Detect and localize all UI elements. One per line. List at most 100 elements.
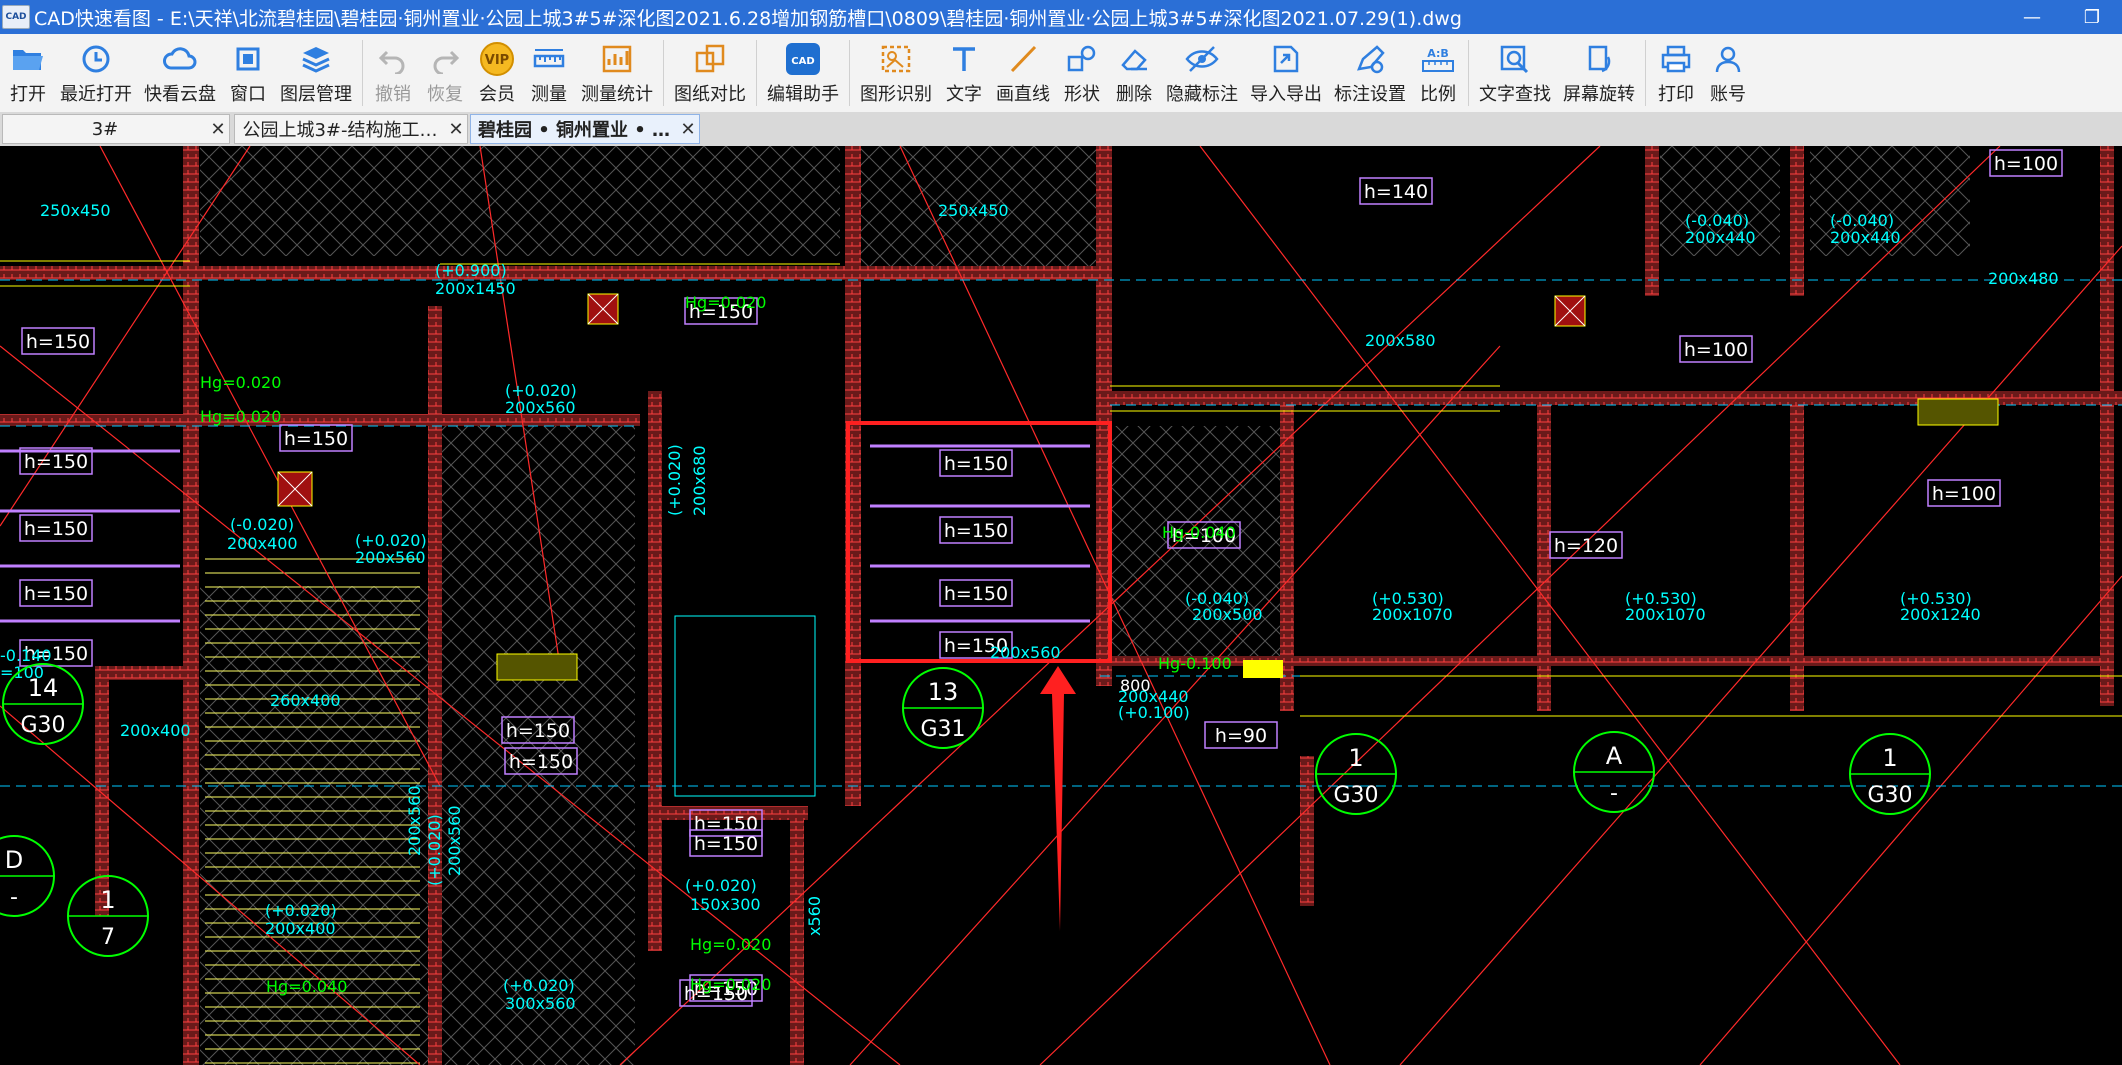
text-icon [944, 40, 984, 78]
axis-bubble: 13G31 [902, 667, 984, 749]
axis-bubble-bottom: - [10, 885, 18, 910]
tab-structure-drawing[interactable]: 公园上城3#-结构施工… ✕ [234, 114, 468, 144]
dimension-label: 200x400 [265, 919, 336, 938]
dimension-label: Hg-0.040 [1162, 523, 1236, 542]
dimension-label: Hg=0.020 [685, 293, 766, 312]
height-tag-text: h=150 [24, 451, 88, 473]
height-tag-text: h=100 [1684, 339, 1748, 361]
height-tag: h=150 [21, 327, 95, 355]
svg-text:VIP: VIP [485, 53, 509, 68]
clock-icon [76, 40, 116, 78]
app-logo-icon: CAD [2, 5, 30, 29]
line-button[interactable]: 画直线 [990, 34, 1056, 112]
minimize-button[interactable]: — [2002, 0, 2062, 34]
toolbar-separator [756, 40, 757, 106]
maximize-button[interactable]: ❐ [2062, 0, 2122, 34]
dimension-label: 200x400 [227, 534, 298, 553]
delete-button[interactable]: 删除 [1108, 34, 1160, 112]
shape-recognize-icon [876, 40, 916, 78]
close-icon[interactable]: ✕ [207, 119, 229, 140]
stats-icon [597, 40, 637, 78]
annotation-arrow[interactable] [1040, 666, 1076, 931]
cloud-button[interactable]: 快看云盘 [138, 34, 222, 112]
text-button[interactable]: 文字 [938, 34, 990, 112]
cad-drawing[interactable]: h=150h=150h=150h=150h=150h=150h=150h=150… [0, 146, 2122, 1065]
vip-button[interactable]: VIP 会员 [471, 34, 523, 112]
ruler-icon [529, 40, 569, 78]
toolbar-label: 账号 [1710, 84, 1746, 105]
hide-marks-button[interactable]: 隐藏标注 [1160, 34, 1244, 112]
undo-button[interactable]: 撤销 [367, 34, 419, 112]
dimension-label: (+0.020) [425, 814, 444, 886]
axis-bubble: 14G30 [2, 663, 84, 745]
dimension-label: 200x560 [505, 398, 576, 417]
layers-icon [296, 40, 336, 78]
axis-bubble-bottom: G31 [920, 717, 965, 742]
measure-button[interactable]: 测量 [523, 34, 575, 112]
axis-bubble-bottom: G30 [1333, 783, 1378, 808]
window-controls: — ❐ [2002, 0, 2122, 34]
scale-icon: A:B [1418, 40, 1458, 78]
toolbar-label: 导入导出 [1250, 84, 1322, 105]
toolbar-separator [849, 40, 850, 106]
window-button[interactable]: 窗口 [222, 34, 274, 112]
axis-bubble: 1G30 [1315, 733, 1397, 815]
axis-bubble-bottom: - [1610, 781, 1618, 806]
stair-outline [674, 615, 816, 797]
close-icon[interactable]: ✕ [445, 119, 467, 140]
axis-bubble-top: A [1606, 742, 1623, 770]
scale-button[interactable]: A:B 比例 [1412, 34, 1464, 112]
height-tag-text: h=150 [26, 331, 90, 353]
dimension-label: 200x440 [1685, 228, 1756, 247]
height-tag: h=150 [504, 747, 578, 775]
toolbar-label: 最近打开 [60, 84, 132, 105]
toolbar-label: 画直线 [996, 84, 1050, 105]
height-tag: h=150 [939, 516, 1013, 544]
eraser-icon [1114, 40, 1154, 78]
title-bar: CAD CAD快速看图 - E:\天祥\北流碧桂园\碧桂园·铜州置业·公园上城3… [0, 0, 2122, 34]
height-tag-text: h=150 [694, 833, 758, 855]
eye-hidden-icon [1182, 40, 1222, 78]
dimension-label: 200x1070 [1625, 605, 1706, 624]
toolbar-label: 比例 [1420, 84, 1456, 105]
shape-button[interactable]: 形状 [1056, 34, 1108, 112]
axis-bubble-top: 1 [1882, 744, 1897, 772]
mark-settings-button[interactable]: 标注设置 [1328, 34, 1412, 112]
compare-button[interactable]: 图纸对比 [668, 34, 752, 112]
dimension-label: 200x480 [1988, 269, 2059, 288]
pen-gear-icon [1350, 40, 1390, 78]
dimension-label: (+0.020) [685, 876, 757, 895]
line-icon [1003, 40, 1043, 78]
recent-button[interactable]: 最近打开 [54, 34, 138, 112]
measure-stats-button[interactable]: 测量统计 [575, 34, 659, 112]
tab-3[interactable]: 3# ✕ [2, 114, 230, 144]
print-button[interactable]: 打印 [1650, 34, 1702, 112]
assistant-button[interactable]: CAD 编辑助手 [761, 34, 845, 112]
dimension-label: (+0.100) [1118, 703, 1190, 722]
open-button[interactable]: 打开 [2, 34, 54, 112]
close-icon[interactable]: ✕ [677, 119, 699, 140]
height-tag: h=150 [19, 579, 93, 607]
shape-recog-button[interactable]: 图形识别 [854, 34, 938, 112]
toolbar-label: 编辑助手 [767, 84, 839, 105]
dimension-label: Hg=0.020 [690, 975, 771, 994]
import-export-button[interactable]: 导入导出 [1244, 34, 1328, 112]
tab-current-drawing[interactable]: 碧桂园 • 铜州置业 • … ✕ [470, 114, 700, 144]
document-tab-bar: 3# ✕ 公园上城3#-结构施工… ✕ 碧桂园 • 铜州置业 • … ✕ [0, 112, 2122, 147]
drawing-canvas[interactable]: h=150 h=150 h=150 h=150 h=150 h=150 h=150 h=150… [0, 146, 2122, 1065]
layers-button[interactable]: 图层管理 [274, 34, 358, 112]
toolbar-label: 打印 [1658, 84, 1694, 105]
dimension-label: 800 [1120, 676, 1151, 695]
dimension-label: (+0.900) [435, 261, 507, 280]
axis-bubble-top: 14 [28, 674, 59, 702]
height-tag: h=150 [19, 514, 93, 542]
height-tag: h=140 [1359, 177, 1433, 205]
dimension-label: (-0.020) [230, 515, 294, 534]
redo-button[interactable]: 恢复 [419, 34, 471, 112]
axis-bubble: A- [1573, 731, 1655, 813]
toolbar-label: 会员 [479, 84, 515, 105]
account-button[interactable]: 账号 [1702, 34, 1754, 112]
height-tag: h=100 [1989, 149, 2063, 177]
rotate-button[interactable]: 屏幕旋转 [1557, 34, 1641, 112]
find-text-button[interactable]: 文字查找 [1473, 34, 1557, 112]
